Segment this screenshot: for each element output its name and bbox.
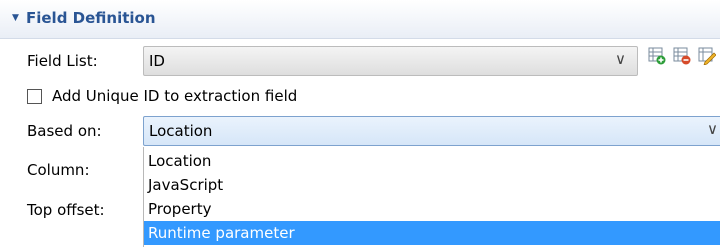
add-field-icon[interactable] bbox=[648, 47, 666, 65]
dropdown-option-javascript[interactable]: JavaScript bbox=[144, 173, 720, 197]
chevron-down-icon: ∨ bbox=[707, 120, 718, 138]
edit-field-icon[interactable] bbox=[698, 47, 716, 65]
field-list-label: Field List: bbox=[27, 52, 98, 70]
section-header[interactable]: ▼ Field Definition bbox=[0, 0, 720, 39]
dropdown-option-runtime-parameter[interactable]: Runtime parameter bbox=[144, 221, 720, 245]
dropdown-option-property[interactable]: Property bbox=[144, 197, 720, 221]
unique-id-label[interactable]: Add Unique ID to extraction field bbox=[52, 87, 297, 105]
top-offset-label: Top offset: bbox=[27, 201, 105, 219]
dropdown-option-location[interactable]: Location bbox=[144, 149, 720, 173]
based-on-label: Based on: bbox=[27, 122, 102, 140]
column-label: Column: bbox=[27, 161, 90, 179]
based-on-dropdown[interactable]: Location JavaScript Property Runtime par… bbox=[143, 147, 720, 247]
remove-field-icon[interactable] bbox=[673, 47, 691, 65]
section-title: Field Definition bbox=[26, 9, 156, 27]
based-on-value: Location bbox=[149, 122, 213, 140]
based-on-select[interactable]: Location ∨ bbox=[143, 116, 720, 146]
chevron-down-icon: ∨ bbox=[615, 50, 626, 68]
field-list-value: ID bbox=[149, 52, 165, 70]
unique-id-checkbox[interactable] bbox=[27, 89, 42, 104]
collapse-triangle-icon[interactable]: ▼ bbox=[12, 13, 19, 23]
field-list-select[interactable]: ID ∨ bbox=[143, 46, 638, 76]
